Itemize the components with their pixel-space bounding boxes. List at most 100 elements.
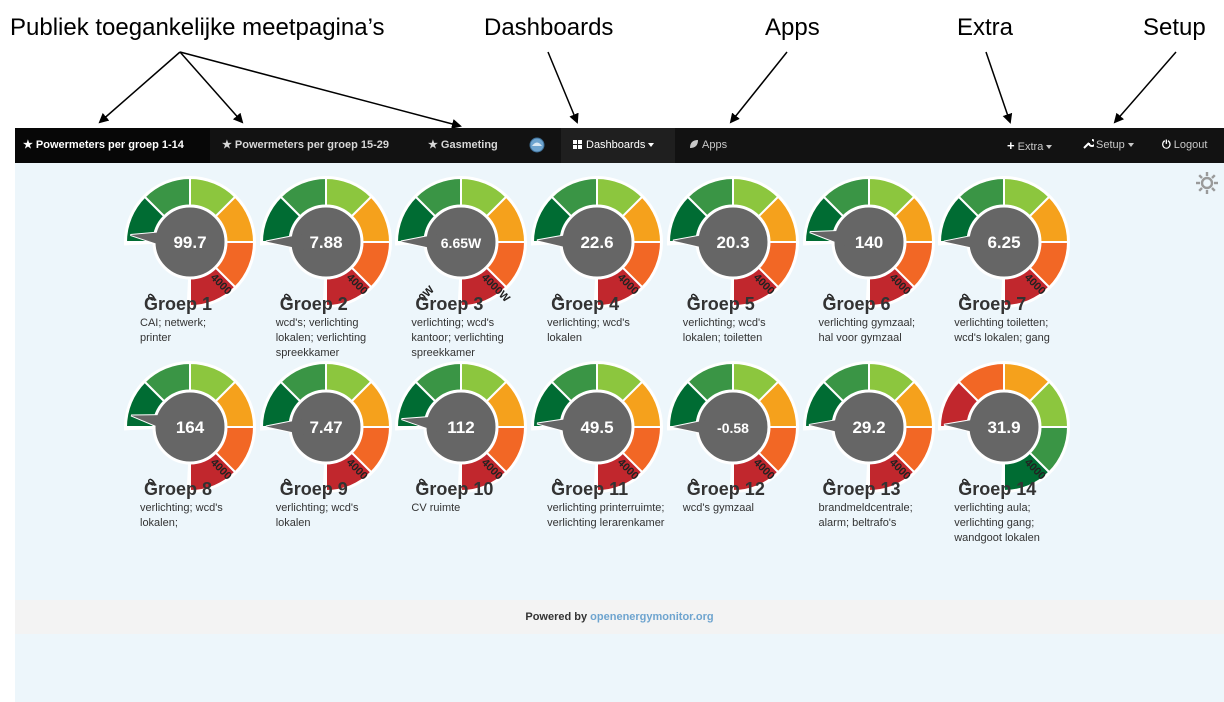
arrow-to-extra [985,51,1013,124]
gauge-description-line: lokalen [547,332,582,344]
gauge-description: CV ruimte [411,501,460,516]
arrow-to-dashboards [547,51,579,124]
gauge-dial: 16404000 [124,361,256,493]
gauge-description: verlichting aula; verlichting gang; wandgo… [954,501,1040,546]
annotation-layer: Publiek toegankelijke meetpagina’s Dashb… [0,0,1224,129]
gauge-description-line: verlichting; wcd's [547,317,630,329]
gauge-title: Groep 6 [822,294,891,314]
gauge-description-line: verlichting toiletten; [954,317,1049,329]
gauge: 140 0 4000 [802,176,935,308]
gauge-description-line: hal voor gymzaal [818,332,902,344]
gauge-value: 164 [176,418,205,437]
gauge-description-line: lokalen [275,517,311,529]
gauge-description-line: wandgoot lokalen [954,532,1040,544]
gauge-value: 20.3 [716,233,749,252]
gauge-description-line: lokalen; toiletten [682,332,763,344]
gauge-description-line: verlichting; wcd's [411,317,495,329]
gauge-description: verlichting toiletten; wcd's lokalen; gan… [954,316,1050,346]
gauge-title: Groep 10 [415,479,494,499]
gauge-title: Groep 2 [279,294,348,314]
gauge: 7.47 0 4000 [259,361,392,493]
gauge-description: verlichting gymzaal; hal voor gymzaal [819,316,916,346]
gauge-description-line: wcd's; verlichting [275,317,359,329]
gauge-dial: 49.504000 [531,361,664,493]
gauge-description-line: lokalen; [140,517,178,529]
gauge-value: 29.2 [852,418,885,437]
gauge: 31.9 0 4000 [938,361,1071,493]
gauge: 6.65W 0W 4000W [395,176,528,308]
gauge-dial: 31.904000 [938,361,1071,493]
gauge-description-line: verlichting; wcd's [682,317,766,329]
gauge-dial: 22.604000 [531,176,664,308]
arrow-to-gasmeting [179,51,462,129]
gauge-description-line: verlichting aula; [954,502,1031,514]
gauge-description-line: alarm; beltrafo's [818,517,897,529]
gauge-title: Groep 3 [415,294,484,314]
gauge-description-line: verlichting; wcd's [275,502,359,514]
gauge-description-line: CAI; netwerk; [140,317,207,329]
gauge-title: Groep 1 [144,294,213,314]
gauge-description-line: spreekkamer [275,347,340,359]
gauge-value: 49.5 [581,418,614,437]
gauge-description: verlichting; wcd's kantoor; verlichting sp… [411,316,503,361]
gauge-value: 112 [448,418,475,437]
gauge-grid: 99.7 0 4000 Groep 1 CAI; netwerk; printer 7.88… [15,128,1224,598]
gauge-value: 6.65W [441,235,482,251]
footer: Powered by openenergymonitor.org [15,600,1224,634]
gauge-description: wcd's gymzaal [683,501,754,516]
gauge-title: Groep 8 [144,479,213,499]
gauge-value: -0.58 [717,420,749,436]
gauge-description: verlichting; wcd's lokalen; toiletten [683,316,766,346]
gauge: 99.7 0 4000 [124,176,256,308]
gauge-title: Groep 13 [822,479,901,499]
gauge: 164 0 4000 [124,361,256,493]
gauge-description-line: verlichting printerruimte; [547,502,665,514]
gauge-dial: 20.304000 [666,176,799,308]
gauge-title: Groep 5 [686,294,755,314]
gauge-dial: 6.2504000 [938,176,1071,308]
gauge: -0.58 0 4000 [666,361,799,493]
gauge-description: CAI; netwerk; printer [140,316,206,346]
gauge-description: wcd's; verlichting lokalen; verlichting sp… [276,316,367,361]
gauge: 29.2 0 4000 [802,361,935,493]
footer-powered-by: Powered by [525,611,588,623]
gauge-title: Groep 14 [958,479,1037,499]
gauge-dial: 14004000 [802,176,935,308]
gauge-description-line: CV ruimte [411,502,461,514]
gauge-description-line: verlichting gymzaal; [818,317,916,329]
gauge-description-line: wcd's lokalen; gang [954,332,1050,344]
gauge-description: verlichting; wcd's lokalen; [140,501,223,531]
gauge-description-line: brandmeldcentrale; [818,502,913,514]
gauge-dial: 6.65W0W 4000W [395,176,528,308]
gauge-description: brandmeldcentrale; alarm; beltrafo's [819,501,913,531]
gauge-title: Groep 11 [551,479,629,499]
gauge-description-line: kantoor; verlichting [411,332,504,344]
footer-link[interactable]: openenergymonitor.org [590,611,713,623]
gauge-description-line: verlichting; wcd's [140,502,223,514]
gauge-dial: 7.4704000 [259,361,392,493]
gauge-value: 7.47 [309,418,342,437]
gauge-description: verlichting; wcd's lokalen [547,316,630,346]
gauge-dial: 11204000 [395,361,528,493]
gauge-dial: 99.704000 [124,176,256,308]
gauge-value: 140 [854,233,882,252]
arrow-to-powermeters-2 [179,51,244,124]
gauge-description: verlichting printerruimte; verlichting le… [547,501,664,531]
gauge-value: 31.9 [988,418,1021,437]
gauge-description-line: wcd's gymzaal [682,502,754,514]
gauge-dial: 7.8804000 [259,176,392,308]
gauge-dial: 29.204000 [802,361,935,493]
gauge: 6.25 0 4000 [938,176,1071,308]
gauge-value: 6.25 [988,233,1021,252]
arrow-to-setup [1113,51,1177,124]
gauge-value: 7.88 [309,233,342,252]
gauge-description-line: lokalen; verlichting [275,332,367,344]
gauge-value: 99.7 [173,233,206,252]
gauge: 112 0 4000 [395,361,528,493]
gauge-title: Groep 4 [551,294,620,314]
gauge-title: Groep 7 [958,294,1027,314]
gauge-description-line: printer [140,332,172,344]
gauge-value: 22.6 [581,233,614,252]
gauge: 7.88 0 4000 [259,176,392,308]
gauge-title: Groep 9 [279,479,348,499]
